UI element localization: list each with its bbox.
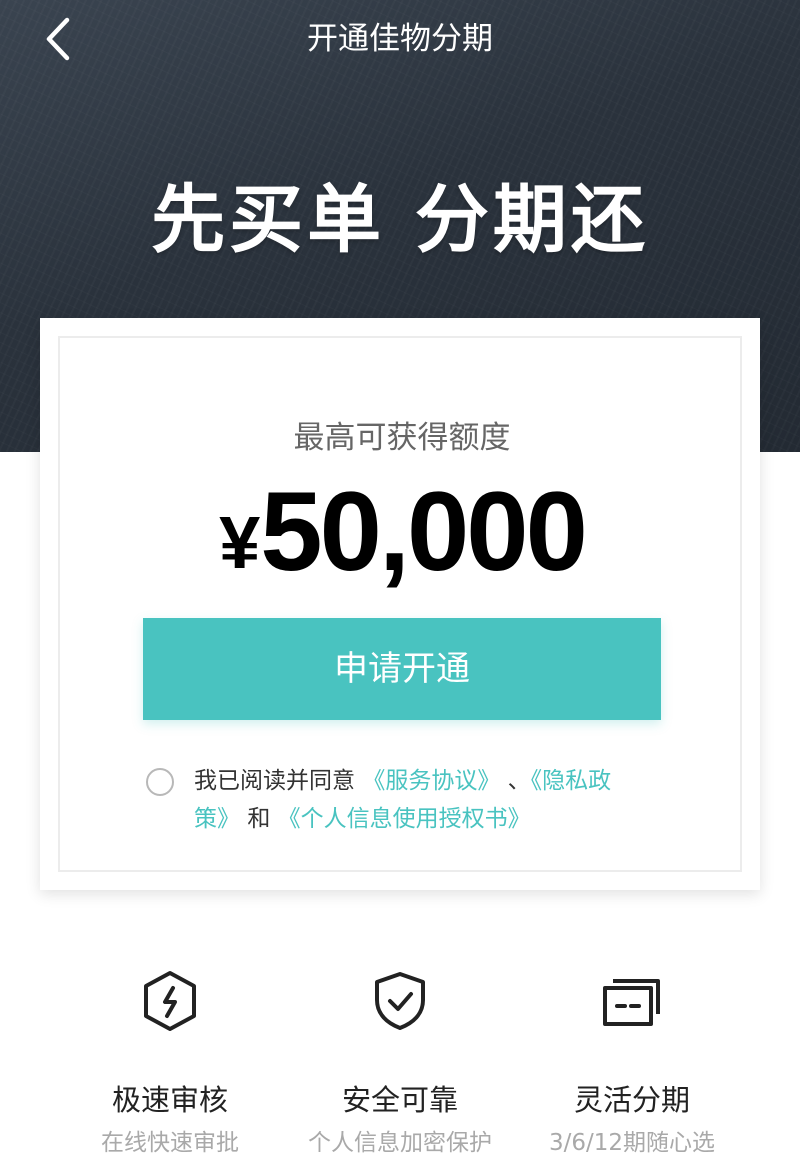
agreement-separator: 、 [507, 768, 531, 794]
agreement-text: 我已阅读并同意 《服务协议》 、《隐私政策》 和 《个人信息使用授权书》 [194, 762, 654, 838]
agreement-prefix: 我已阅读并同意 [194, 768, 355, 794]
feature-subtitle: 3/6/12期随心选 [548, 1130, 716, 1156]
feature-title: 灵活分期 [573, 1083, 690, 1117]
hero-slogan: 先买单 分期还 [151, 177, 649, 263]
back-button[interactable] [36, 14, 80, 64]
feature-title: 极速审核 [111, 1083, 228, 1117]
currency-symbol: ¥ [219, 501, 261, 584]
shield-check-icon [375, 972, 425, 1030]
credit-card-panel: 最高可获得额度 ¥50,000 申请开通 我已阅读并同意 《服务协议》 、《隐私… [40, 318, 760, 890]
service-agreement-link[interactable]: 《服务协议》 [362, 768, 500, 794]
feature-subtitle: 个人信息加密保护 [308, 1130, 492, 1156]
feature-fast-review: 极速审核 在线快速审批 [55, 970, 285, 1160]
apply-button[interactable]: 申请开通 [143, 618, 661, 720]
feature-security: 安全可靠 个人信息加密保护 [285, 970, 515, 1160]
feature-title: 安全可靠 [341, 1083, 458, 1117]
card-inner-frame: 最高可获得额度 ¥50,000 申请开通 我已阅读并同意 《服务协议》 、《隐私… [58, 336, 742, 872]
chevron-left-icon [46, 17, 70, 61]
limit-value: 50,000 [260, 469, 588, 594]
agreement-and: 和 [247, 806, 271, 832]
limit-amount: ¥50,000 [60, 472, 744, 626]
limit-label: 最高可获得额度 [293, 420, 511, 456]
agreement-radio[interactable] [146, 768, 174, 796]
authorization-link[interactable]: 《个人信息使用授权书》 [278, 806, 531, 832]
feature-subtitle: 在线快速审批 [101, 1130, 239, 1156]
page-title: 开通佳物分期 [307, 21, 493, 57]
stacked-cards-icon [603, 979, 660, 1026]
feature-flexible-installment: 灵活分期 3/6/12期随心选 [517, 970, 747, 1160]
lightning-hexagon-icon [144, 971, 196, 1031]
